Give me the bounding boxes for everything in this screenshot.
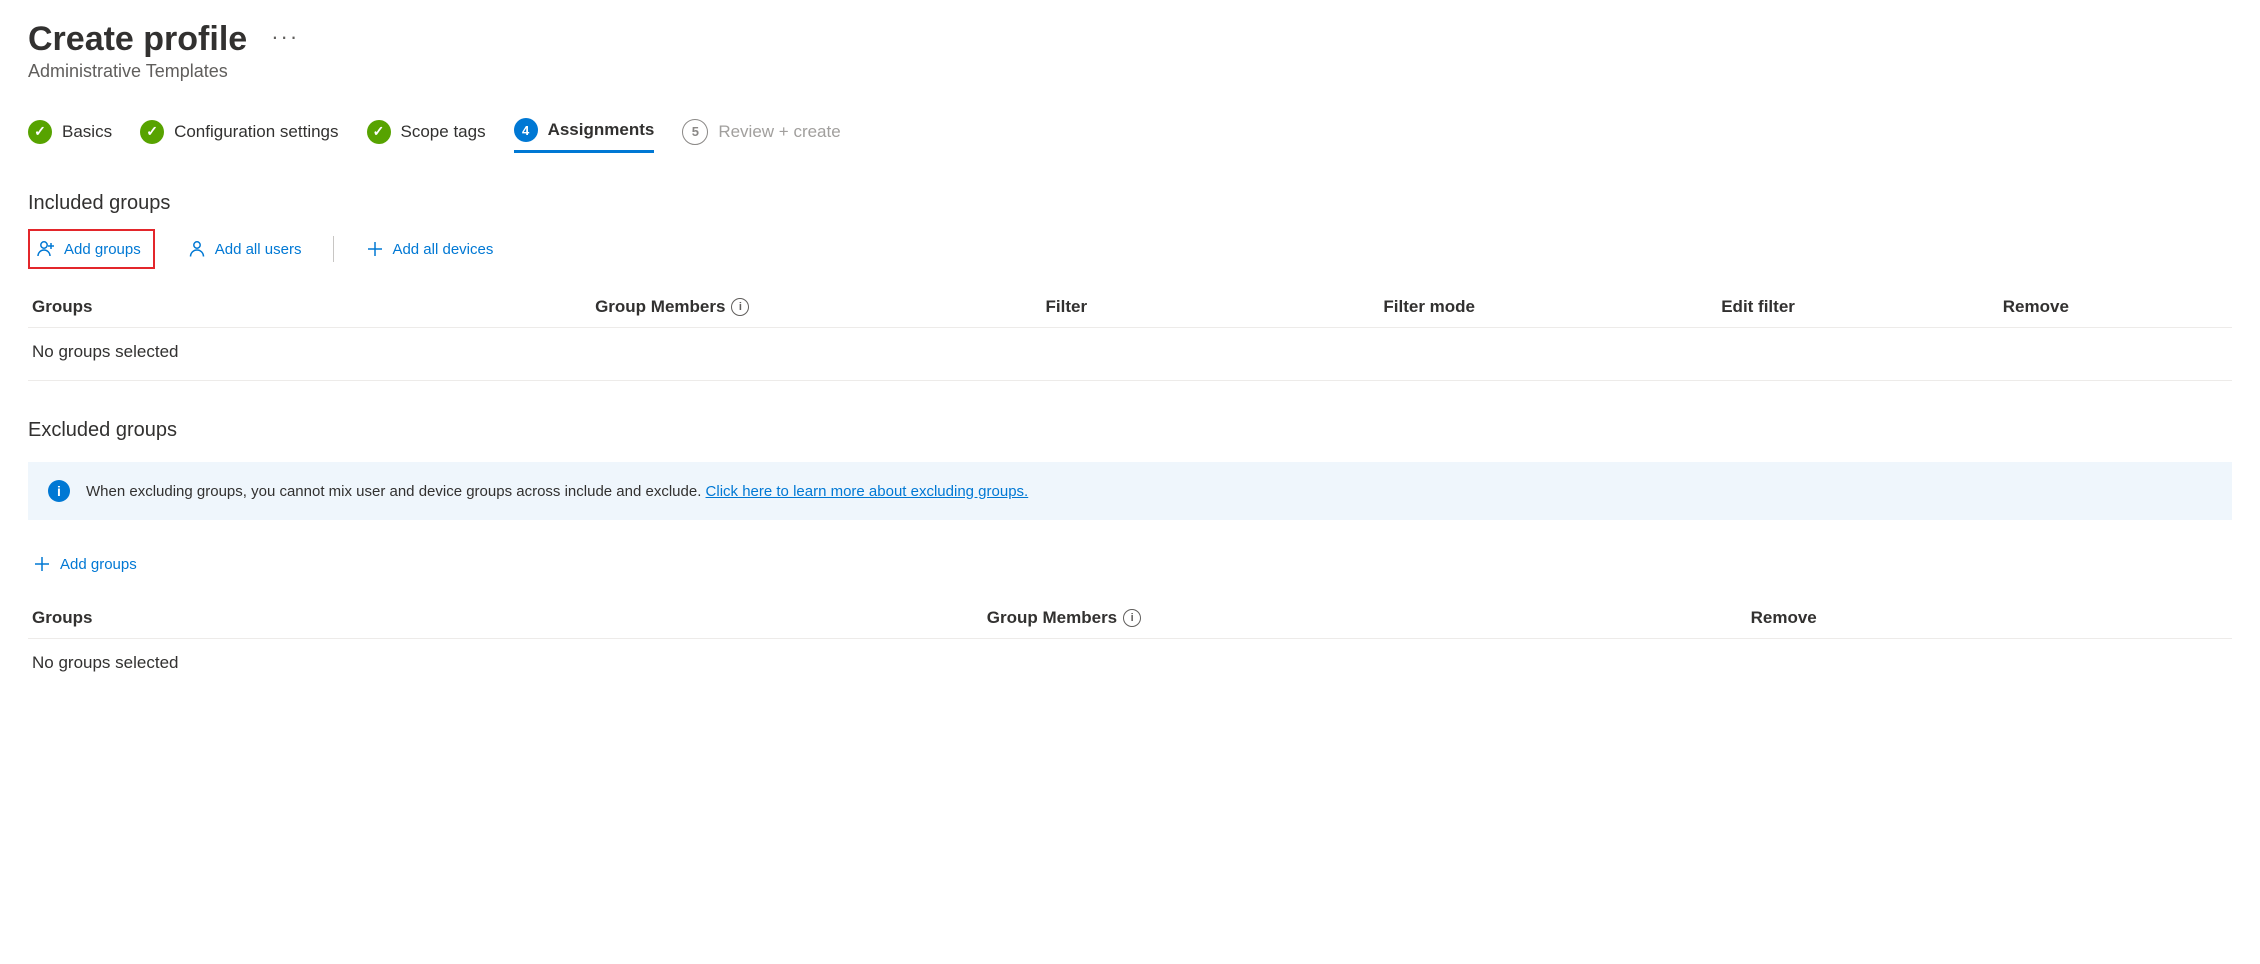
button-label: Add groups (60, 556, 137, 573)
vertical-divider (333, 236, 334, 262)
excluded-groups-heading: Excluded groups (28, 419, 2232, 442)
step-assignments[interactable]: 4 Assignments (514, 118, 655, 153)
included-actions: Add groups Add all users Add all devices (28, 229, 2232, 269)
banner-learn-more-link[interactable]: Click here to learn more about excluding… (706, 483, 1029, 500)
step-configuration-settings[interactable]: Configuration settings (140, 120, 338, 152)
included-empty-state: No groups selected (28, 328, 2232, 381)
check-icon (140, 120, 164, 144)
banner-text: When excluding groups, you cannot mix us… (86, 483, 1028, 500)
more-actions-button[interactable]: ··· (271, 24, 299, 56)
col-group-members: Group Members i (987, 608, 1751, 628)
step-label: Review + create (718, 122, 840, 142)
page-title: Create profile (28, 20, 247, 59)
info-icon[interactable]: i (1123, 609, 1141, 627)
col-group-members: Group Members i (595, 297, 1045, 317)
step-label: Scope tags (401, 122, 486, 142)
add-all-users-button[interactable]: Add all users (183, 233, 306, 265)
col-filter: Filter (1046, 297, 1384, 317)
step-number-icon: 4 (514, 118, 538, 142)
add-groups-button[interactable]: Add groups (32, 233, 145, 265)
page-subtitle: Administrative Templates (28, 61, 2232, 82)
excluded-empty-state: No groups selected (28, 639, 2232, 691)
banner-message: When excluding groups, you cannot mix us… (86, 483, 706, 500)
button-label: Add all devices (392, 241, 493, 258)
button-label: Add all users (215, 241, 302, 258)
button-label: Add groups (64, 241, 141, 258)
excluded-actions: Add groups (28, 548, 2232, 580)
col-edit-filter: Edit filter (1721, 297, 2003, 317)
col-label: Group Members (595, 297, 725, 317)
col-remove: Remove (2003, 297, 2228, 317)
wizard-steps: Basics Configuration settings Scope tags… (28, 118, 2232, 154)
user-icon (187, 239, 207, 259)
step-review-create[interactable]: 5 Review + create (682, 119, 840, 153)
excluded-info-banner: i When excluding groups, you cannot mix … (28, 462, 2232, 520)
step-label: Basics (62, 122, 112, 142)
included-groups-heading: Included groups (28, 192, 2232, 215)
highlight-annotation: Add groups (28, 229, 155, 269)
included-table-header: Groups Group Members i Filter Filter mod… (28, 287, 2232, 328)
add-groups-button[interactable]: Add groups (28, 548, 141, 580)
step-number-icon: 5 (682, 119, 708, 145)
info-icon[interactable]: i (731, 298, 749, 316)
col-groups: Groups (32, 608, 987, 628)
col-groups: Groups (32, 297, 595, 317)
add-all-devices-button[interactable]: Add all devices (362, 234, 497, 264)
check-icon (367, 120, 391, 144)
plus-icon (32, 554, 52, 574)
excluded-table-header: Groups Group Members i Remove (28, 598, 2232, 639)
info-icon: i (48, 480, 70, 502)
col-remove: Remove (1751, 608, 2228, 628)
step-label: Configuration settings (174, 122, 338, 142)
plus-icon (366, 240, 384, 258)
step-scope-tags[interactable]: Scope tags (367, 120, 486, 152)
check-icon (28, 120, 52, 144)
step-label: Assignments (548, 120, 655, 140)
col-filter-mode: Filter mode (1383, 297, 1721, 317)
col-label: Group Members (987, 608, 1117, 628)
add-group-icon (36, 239, 56, 259)
step-basics[interactable]: Basics (28, 120, 112, 152)
